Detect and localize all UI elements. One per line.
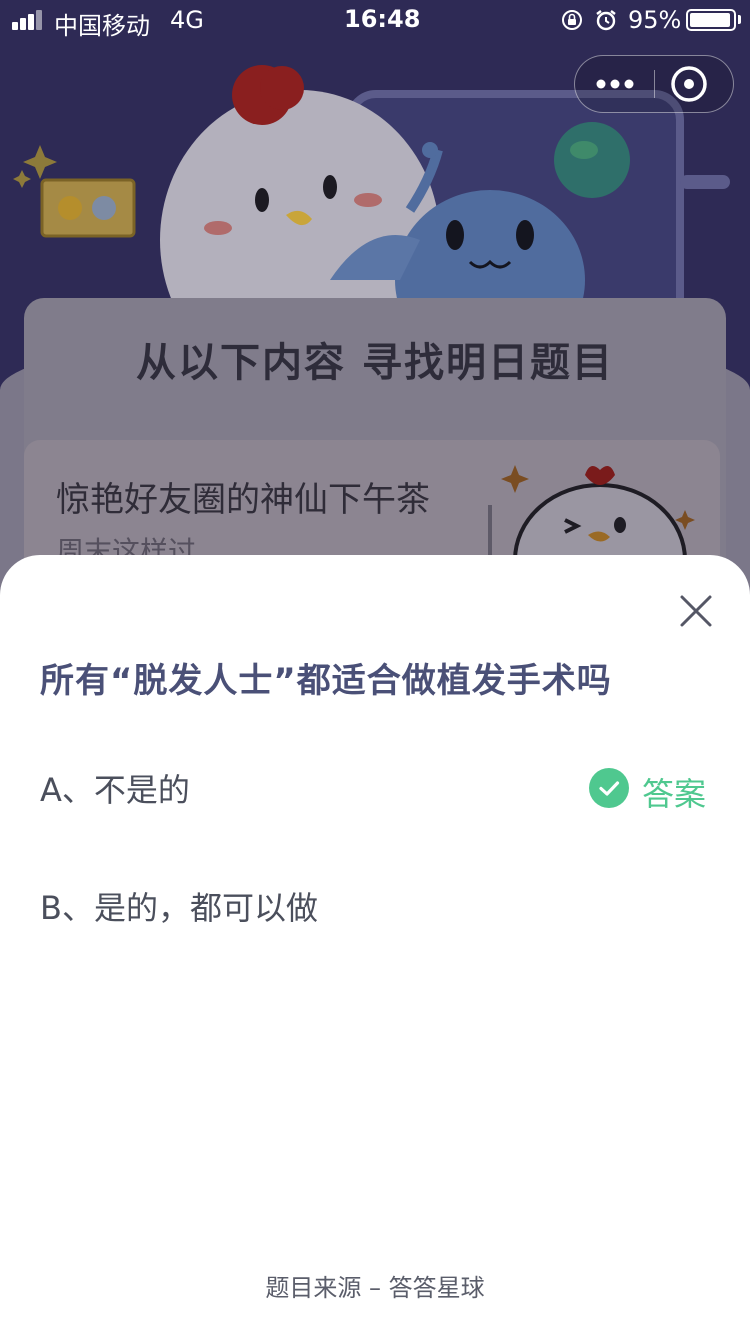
option-b[interactable]: B、是的，都可以做 <box>0 865 750 945</box>
quiz-bottom-sheet: 所有“脱发人士”都适合做植发手术吗 A、不是的 答案 B、是的，都可以做 题目来… <box>0 555 750 1334</box>
battery-percent: 95% <box>628 6 682 34</box>
close-circle-icon[interactable] <box>655 56 733 112</box>
more-dots-icon[interactable] <box>575 56 654 112</box>
option-label: A、不是的 <box>40 771 190 809</box>
answer-label: 答案 <box>642 775 707 813</box>
close-icon[interactable] <box>672 587 720 635</box>
rotation-lock-icon <box>562 10 582 30</box>
quiz-question: 所有“脱发人士”都适合做植发手术吗 <box>40 661 612 701</box>
banner-title: 从以下内容 寻找明日题目 <box>136 340 614 386</box>
article-title: 惊艳好友圈的神仙下午茶 <box>56 480 430 520</box>
carrier-name: 中国移动 <box>54 12 150 40</box>
status-time: 16:48 <box>344 5 421 33</box>
battery-nub <box>738 15 741 24</box>
option-label: B、是的，都可以做 <box>40 889 318 927</box>
alarm-icon <box>596 10 616 31</box>
question-source: 题目来源 – 答答星球 <box>265 1274 485 1302</box>
miniprogram-capsule <box>574 55 734 113</box>
battery-level <box>690 13 730 27</box>
battery-icon <box>686 9 736 31</box>
option-a[interactable]: A、不是的 答案 <box>0 747 750 827</box>
network-type: 4G <box>170 6 204 34</box>
status-bar: 中国移动 4G 16:48 95% <box>0 0 750 40</box>
signal-strength-icon <box>12 10 48 30</box>
check-circle-icon <box>589 768 629 808</box>
